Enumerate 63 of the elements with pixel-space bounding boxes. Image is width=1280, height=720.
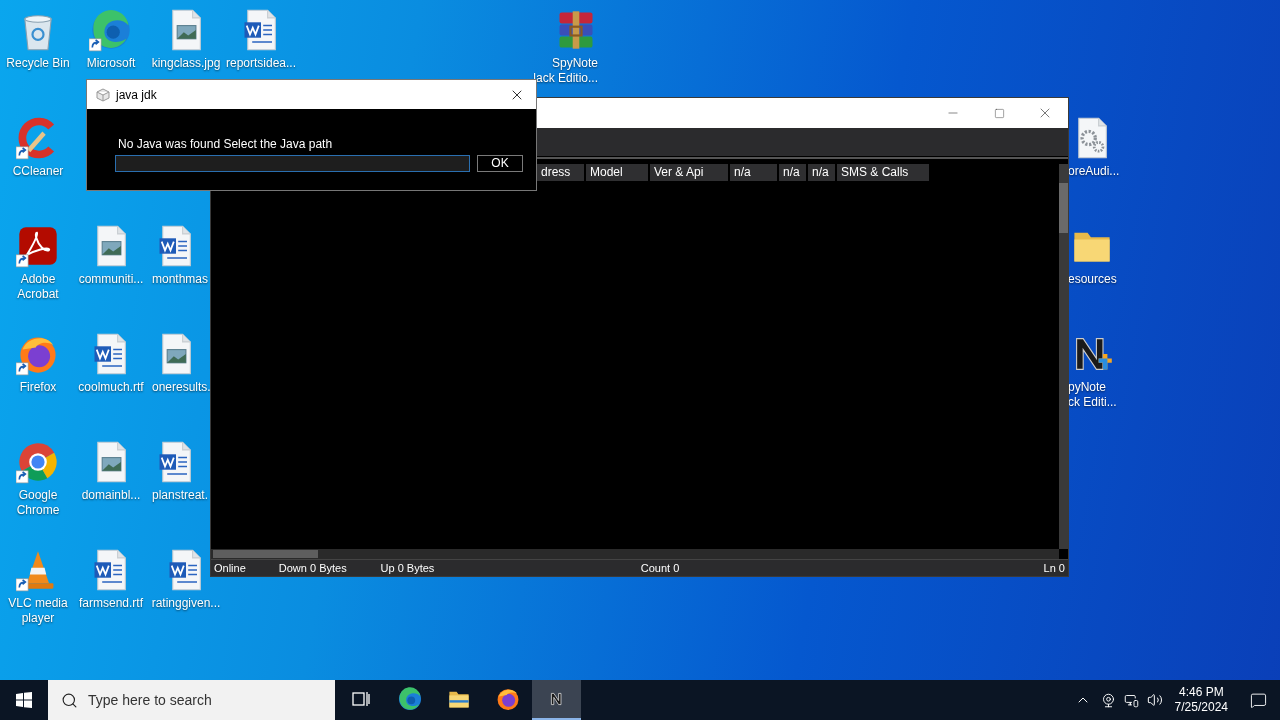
search-placeholder: Type here to search (88, 690, 212, 710)
shortcut-arrow-icon (16, 362, 29, 376)
search-field[interactable]: Type here to search (48, 680, 335, 720)
desktop-icon-label[interactable]: kingclass.jpg (151, 56, 221, 71)
scrollbar-thumb[interactable] (1059, 183, 1068, 233)
dialog-message: No Java was found Select the Java path (118, 137, 334, 151)
cube-icon (96, 87, 110, 102)
column-header[interactable]: n/a (730, 164, 777, 181)
search-icon (61, 691, 78, 709)
desktop-icon-label[interactable]: oreAudi... (1068, 164, 1120, 179)
desktop-icon-label[interactable]: Firefox (19, 380, 57, 395)
desktop-icon-label[interactable]: oneresults. (152, 380, 211, 395)
vertical-scrollbar[interactable] (1059, 164, 1068, 549)
column-header[interactable]: n/a (808, 164, 835, 181)
desktop-icon-label[interactable]: Recycle Bin (6, 56, 70, 71)
desktop-icon-label[interactable]: pyNote ck Editi... (1068, 380, 1117, 410)
shortcut-arrow-icon (16, 146, 29, 160)
desktop-icon-label[interactable]: ratinggiven... (151, 596, 221, 611)
desktop-icon-label[interactable]: reportsidea... (225, 56, 296, 71)
clock[interactable]: 4:46 PM 7/25/2024 (1166, 685, 1236, 715)
column-header[interactable]: dress (537, 164, 584, 181)
desktop-app-icon[interactable] (16, 224, 60, 268)
desktop-app-icon[interactable] (89, 8, 133, 52)
desktop-icon-label[interactable]: VLC media player (8, 596, 68, 626)
dialog-title: java jdk (116, 86, 157, 104)
ok-button[interactable]: OK (477, 155, 523, 172)
column-header[interactable]: Model (586, 164, 648, 181)
horizontal-scrollbar[interactable] (211, 549, 1059, 559)
desktop-icon-label[interactable]: farmsend.rtf (79, 596, 143, 611)
status-text: Count 0 (640, 560, 681, 576)
desktop-icon-label[interactable]: Microsoft (86, 56, 136, 71)
notification-icon (1249, 691, 1267, 709)
desktop-icon-label[interactable]: CCleaner (12, 164, 64, 179)
network-icon[interactable] (1123, 692, 1139, 708)
windows-logo-icon (16, 692, 32, 708)
spynote-icon (548, 691, 565, 707)
status-text: Down 0 Bytes (278, 560, 348, 576)
desktop-icon-label[interactable]: communiti... (78, 272, 144, 287)
task-view-icon (350, 689, 371, 709)
desktop-app-icon[interactable] (16, 440, 60, 484)
desktop-icon-label[interactable]: planstreat. (152, 488, 209, 503)
column-header[interactable]: Ver & Api (650, 164, 728, 181)
webcam-icon[interactable] (1100, 692, 1116, 708)
shortcut-arrow-icon (89, 38, 102, 52)
status-text: Up 0 Bytes (380, 560, 436, 576)
java-path-field[interactable] (115, 155, 470, 172)
desktop-icon-label[interactable]: Google Chrome (16, 488, 60, 518)
edge-icon (396, 686, 423, 712)
status-text: Online (214, 560, 247, 576)
desktop-icon-label[interactable]: domainbl... (81, 488, 141, 503)
column-header[interactable]: SMS & Calls (837, 164, 929, 181)
shortcut-arrow-icon (16, 578, 29, 592)
shortcut-arrow-icon (16, 470, 29, 484)
desktop-icon-label[interactable]: monthmas (152, 272, 209, 287)
desktop-icon-label[interactable]: Adobe Acrobat (17, 272, 59, 302)
column-header[interactable]: n/a (779, 164, 806, 181)
scrollbar-thumb[interactable] (213, 550, 318, 558)
maximize-icon (993, 107, 1005, 119)
desktop-icon-label[interactable]: esources (1068, 272, 1117, 287)
volume-icon[interactable] (1146, 692, 1163, 708)
desktop-icon-label[interactable]: coolmuch.rtf (78, 380, 144, 395)
status-text: Ln 0 (1043, 560, 1065, 576)
shortcut-arrow-icon (16, 254, 29, 268)
